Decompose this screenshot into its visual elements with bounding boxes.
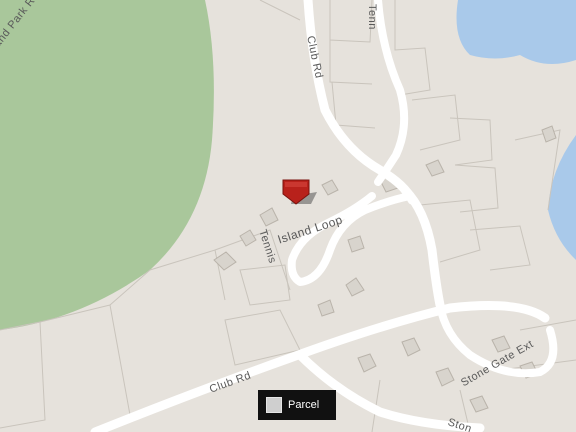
map-canvas[interactable]: and Park Ro Club Rd Tenn Island Loop Ten… xyxy=(0,0,576,432)
road-label-tennis-top: Tenn xyxy=(366,4,378,30)
legend-label: Parcel xyxy=(288,399,320,411)
club-rd-upper xyxy=(303,0,417,205)
parcel-legend-button[interactable]: Parcel xyxy=(258,390,336,420)
main-connector xyxy=(400,185,445,310)
park-area xyxy=(0,0,214,330)
lake-top xyxy=(456,0,576,64)
tennis-top-road xyxy=(374,0,409,186)
parcel-swatch-icon xyxy=(266,397,282,413)
lake-right xyxy=(548,135,576,260)
